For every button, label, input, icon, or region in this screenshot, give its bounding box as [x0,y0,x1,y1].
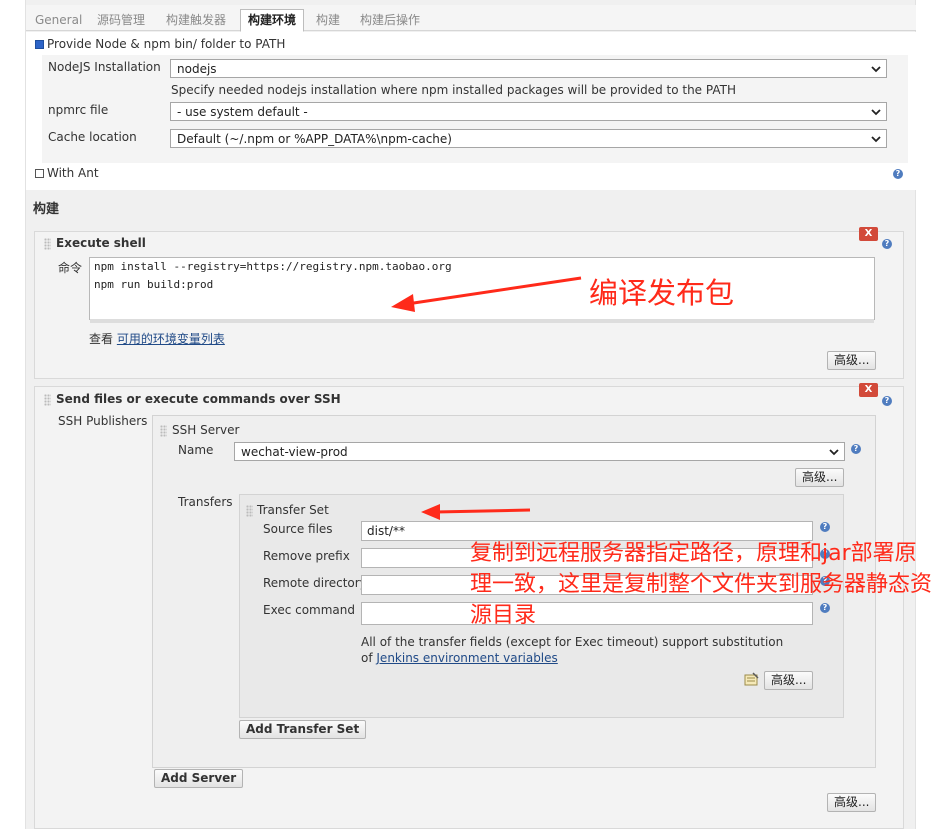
ssh-server-advanced-button[interactable]: 高级... [795,468,845,487]
command-label: 命令 [58,261,83,275]
ssh-name-label: Name [178,443,214,457]
annotation-arrow-icon [421,504,531,520]
ssh-server-title: SSH Server [172,423,240,437]
chevron-down-icon [871,136,881,143]
nodejs-hint: Specify needed nodejs installation where… [171,83,736,97]
chevron-down-icon [871,109,881,116]
nodejs-installation-select[interactable]: nodejs [170,59,887,78]
help-icon[interactable]: ? [820,522,830,532]
annotation-arrow-icon [391,276,582,312]
build-section-title: 构建 [33,202,60,217]
cache-location-select[interactable]: Default (~/.npm or %APP_DATA%\npm-cache) [170,129,887,148]
drag-handle-icon[interactable] [44,394,51,406]
transfer-set-title: Transfer Set [257,503,329,517]
tab-post-build[interactable]: 构建后操作 [353,10,427,31]
annotation-copy-note: 复制到远程服务器指定路径，原理和jar部署原理一致，这里是复制整个文件夹到服务器… [470,541,933,628]
provide-node-checkbox[interactable] [35,40,44,49]
jenkins-env-vars-link[interactable]: Jenkins environment variables [376,651,557,665]
delete-ssh-step-button[interactable]: X [859,383,878,397]
add-transfer-set-button[interactable]: Add Transfer Set [239,720,367,739]
view-prefix: 查看 [89,332,114,346]
with-ant-label: With Ant [47,166,99,180]
help-icon[interactable]: ? [893,169,903,179]
transfer-advanced-button[interactable]: 高级... [764,671,814,690]
delete-step-button[interactable]: X [859,227,878,241]
npmrc-label: npmrc file [48,103,109,117]
textarea-resize-handle[interactable] [90,319,874,323]
config-tabs: General 源码管理 构建触发器 构建环境 构建 构建后操作 [26,5,916,32]
remove-prefix-label: Remove prefix [263,549,350,563]
remote-directory-label: Remote directory [263,576,367,590]
ssh-step-title: Send files or execute commands over SSH [56,392,341,406]
ssh-publishers-label: SSH Publishers [58,414,148,428]
nodejs-installation-value: nodejs [177,62,217,76]
exec-command-label: Exec command [263,603,356,617]
cache-location-value: Default (~/.npm or %APP_DATA%\npm-cache) [177,132,452,146]
env-vars-link[interactable]: 可用的环境变量列表 [117,332,225,346]
drag-handle-icon[interactable] [246,505,253,517]
env-vars-row: 查看 可用的环境变量列表 [89,330,225,347]
execute-shell-title: Execute shell [56,236,146,250]
with-ant-checkbox[interactable] [35,169,44,178]
tab-general[interactable]: General [28,10,89,31]
ssh-name-select[interactable]: wechat-view-prod [234,442,845,461]
help-icon[interactable]: ? [851,444,861,454]
help-icon[interactable]: ? [882,239,892,249]
command-line-2: npm run build:prod [94,278,214,291]
notepad-icon [744,672,759,686]
npmrc-select[interactable]: - use system default - [170,102,887,121]
tab-scm[interactable]: 源码管理 [90,10,152,31]
cache-location-label: Cache location [48,130,137,144]
ssh-advanced-button[interactable]: 高级... [827,793,877,812]
transfer-note: All of the transfer fields (except for E… [361,634,791,666]
chevron-down-icon [871,66,881,73]
add-server-button[interactable]: Add Server [154,769,244,788]
npmrc-value: - use system default - [177,105,308,119]
chevron-down-icon [829,449,839,456]
ssh-name-value: wechat-view-prod [241,445,348,459]
transfers-label: Transfers [178,495,233,509]
nodejs-installation-label: NodeJS Installation [48,60,161,74]
tab-triggers[interactable]: 构建触发器 [159,10,233,31]
drag-handle-icon[interactable] [160,425,167,437]
tab-build[interactable]: 构建 [309,10,347,31]
drag-handle-icon[interactable] [44,238,51,250]
annotation-compile-publish: 编译发布包 [589,276,735,310]
provide-node-label: Provide Node & npm bin/ folder to PATH [47,37,286,51]
source-files-label: Source files [263,522,333,536]
execute-shell-advanced-button[interactable]: 高级... [827,351,877,370]
help-icon[interactable]: ? [882,396,892,406]
tab-build-environment[interactable]: 构建环境 [240,9,305,32]
